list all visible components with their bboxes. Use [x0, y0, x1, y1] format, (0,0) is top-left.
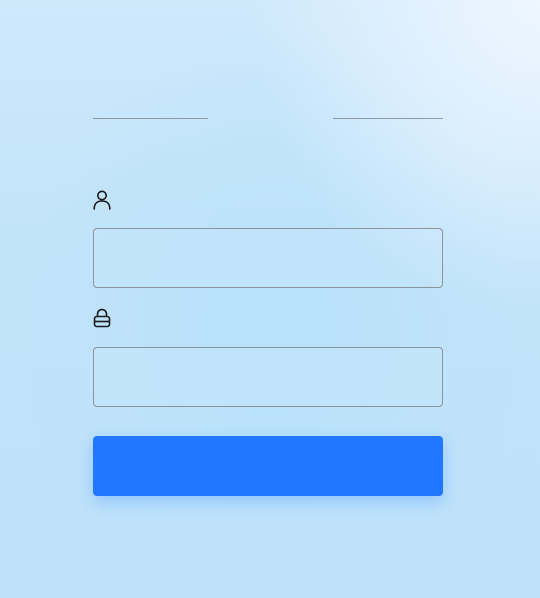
password-input[interactable] [93, 347, 443, 407]
lock-icon [93, 308, 111, 328]
divider-right [333, 118, 443, 119]
username-label-row [93, 190, 117, 210]
submit-button[interactable] [93, 436, 443, 496]
user-icon [93, 190, 111, 210]
divider-left [93, 118, 208, 119]
password-label-row [93, 308, 117, 328]
username-input[interactable] [93, 228, 443, 288]
